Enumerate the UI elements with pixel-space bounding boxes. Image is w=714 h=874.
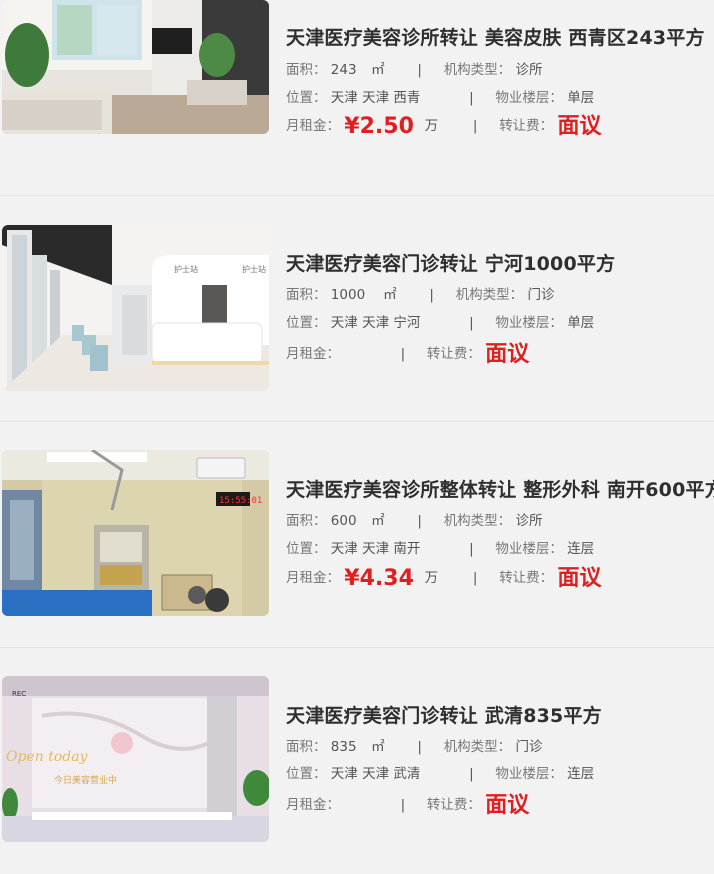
sign-slogan: 今日美容营业中 bbox=[54, 774, 117, 786]
clock-display: 15:55:01 bbox=[219, 496, 262, 506]
fee-label: 转让费： bbox=[426, 797, 481, 813]
sign-script: Open today bbox=[6, 749, 89, 765]
listing-title[interactable]: 天津医疗美容诊所整体转让 整形外科 南开600平方 bbox=[286, 475, 714, 502]
listing-price-row: 月租金： ¥4.34 万 | 转让费： 面议 bbox=[286, 566, 602, 591]
floor-value: 连层 bbox=[567, 766, 595, 782]
nurse-station-sign: 护士站 bbox=[174, 264, 198, 274]
floor-value: 单层 bbox=[567, 315, 595, 331]
location-label: 位置： bbox=[286, 315, 327, 331]
separator: | bbox=[400, 797, 406, 813]
separator: | bbox=[469, 315, 474, 331]
fee-label: 转让费： bbox=[426, 346, 481, 362]
listing-list: 天津医疗美容诊所转让 美容皮肤 西青区243平方 面积： 243 ㎡ | 机构类… bbox=[0, 0, 714, 842]
fee-value: 面议 bbox=[485, 793, 530, 818]
location-value: 天津 天津 南开 bbox=[330, 541, 421, 557]
separator: | bbox=[400, 346, 406, 362]
location-value: 天津 天津 宁河 bbox=[330, 315, 421, 331]
listing-price-row: 月租金： ¥2.50 万 | 转让费： 面议 bbox=[286, 114, 602, 139]
listing-area-row: 面积： 1000 ㎡ | 机构类型： 门诊 bbox=[286, 285, 554, 305]
location-value: 天津 天津 西青 bbox=[330, 90, 421, 106]
floor-label: 物业楼层： bbox=[495, 90, 563, 106]
separator: | bbox=[417, 739, 422, 755]
rec-label: REC bbox=[12, 690, 26, 698]
type-value: 门诊 bbox=[515, 739, 543, 755]
location-label: 位置： bbox=[286, 541, 327, 557]
fee-value: 面议 bbox=[557, 114, 602, 139]
rent-label: 月租金： bbox=[286, 346, 340, 362]
separator: | bbox=[469, 90, 474, 106]
floor-label: 物业楼层： bbox=[495, 541, 563, 557]
location-value: 天津 天津 武清 bbox=[330, 766, 421, 782]
fee-label: 转让费： bbox=[499, 118, 554, 134]
listing-location-row: 位置： 天津 天津 宁河 | 物业楼层： 单层 bbox=[286, 313, 594, 333]
separator: | bbox=[417, 62, 422, 78]
listing-area-row: 面积： 835 ㎡ | 机构类型： 门诊 bbox=[286, 737, 542, 757]
area-value: 835 bbox=[330, 739, 357, 755]
listing-location-row: 位置： 天津 天津 南开 | 物业楼层： 连层 bbox=[286, 539, 594, 559]
listing-area-row: 面积： 243 ㎡ | 机构类型： 诊所 bbox=[286, 60, 542, 80]
listing-card[interactable]: 天津医疗美容诊所转让 美容皮肤 西青区243平方 面积： 243 ㎡ | 机构类… bbox=[0, 0, 714, 196]
reception-photo: Open today 今日美容营业中 REC bbox=[2, 676, 269, 842]
listing-title[interactable]: 天津医疗美容门诊转让 宁河1000平方 bbox=[286, 249, 615, 276]
rent-label: 月租金： bbox=[286, 118, 340, 134]
fee-label: 转让费： bbox=[499, 570, 554, 586]
separator: | bbox=[469, 766, 474, 782]
floor-label: 物业楼层： bbox=[495, 315, 563, 331]
listing-area-row: 面积： 600 ㎡ | 机构类型： 诊所 bbox=[286, 511, 542, 531]
area-label: 面积： bbox=[286, 62, 327, 78]
area-label: 面积： bbox=[286, 287, 327, 303]
type-label: 机构类型： bbox=[443, 513, 512, 529]
separator: | bbox=[472, 570, 478, 586]
corridor-photo: 护士站 护士站 bbox=[2, 225, 269, 391]
listing-title[interactable]: 天津医疗美容诊所转让 美容皮肤 西青区243平方 bbox=[286, 23, 705, 50]
rent-label: 月租金： bbox=[286, 570, 340, 586]
rent-value: ¥4.34 bbox=[344, 566, 414, 591]
listing-card[interactable]: 护士站 护士站 天津医疗美容门诊转让 宁河1000平方 面积： 1000 ㎡ |… bbox=[0, 196, 714, 422]
floor-value: 单层 bbox=[567, 90, 595, 106]
location-label: 位置： bbox=[286, 90, 327, 106]
listing-price-row: 月租金： | 转让费： 面议 bbox=[286, 793, 530, 818]
area-unit: ㎡ bbox=[371, 739, 385, 755]
type-label: 机构类型： bbox=[443, 62, 512, 78]
listing-price-row: 月租金： | 转让费： 面议 bbox=[286, 342, 530, 367]
area-unit: ㎡ bbox=[371, 513, 385, 529]
fee-value: 面议 bbox=[485, 342, 530, 367]
type-value: 门诊 bbox=[527, 287, 555, 303]
lounge-photo bbox=[2, 0, 269, 134]
rent-value: ¥2.50 bbox=[344, 114, 414, 139]
type-value: 诊所 bbox=[515, 513, 543, 529]
nurse-station-sign: 护士站 bbox=[242, 264, 266, 274]
area-value: 600 bbox=[330, 513, 357, 529]
listing-photo[interactable] bbox=[2, 0, 269, 134]
rent-label: 月租金： bbox=[286, 797, 340, 813]
type-label: 机构类型： bbox=[455, 287, 524, 303]
area-unit: ㎡ bbox=[371, 62, 385, 78]
area-value: 243 bbox=[330, 62, 357, 78]
listing-title[interactable]: 天津医疗美容门诊转让 武清835平方 bbox=[286, 701, 602, 728]
listing-photo[interactable]: 护士站 护士站 bbox=[2, 225, 269, 391]
listing-card[interactable]: 15:55:01 天津医疗美容诊所整体转让 整形外科 南开600平方 面积： 6… bbox=[0, 422, 714, 648]
listing-card[interactable]: Open today 今日美容营业中 REC 天津医疗美容门诊转让 武清835平… bbox=[0, 648, 714, 874]
floor-value: 连层 bbox=[567, 541, 595, 557]
area-label: 面积： bbox=[286, 739, 327, 755]
type-label: 机构类型： bbox=[443, 739, 512, 755]
floor-label: 物业楼层： bbox=[495, 766, 563, 782]
rent-unit: 万 bbox=[424, 570, 439, 586]
type-value: 诊所 bbox=[515, 62, 543, 78]
rent-unit: 万 bbox=[424, 118, 439, 134]
separator: | bbox=[429, 287, 434, 303]
area-value: 1000 bbox=[330, 287, 366, 303]
listing-location-row: 位置： 天津 天津 西青 | 物业楼层： 单层 bbox=[286, 88, 594, 108]
separator: | bbox=[469, 541, 474, 557]
operating-room-photo: 15:55:01 bbox=[2, 450, 269, 616]
listing-photo[interactable]: Open today 今日美容营业中 REC bbox=[2, 676, 269, 842]
area-label: 面积： bbox=[286, 513, 327, 529]
fee-value: 面议 bbox=[557, 566, 602, 591]
separator: | bbox=[472, 118, 478, 134]
location-label: 位置： bbox=[286, 766, 327, 782]
listing-photo[interactable]: 15:55:01 bbox=[2, 450, 269, 616]
area-unit: ㎡ bbox=[383, 287, 397, 303]
separator: | bbox=[417, 513, 422, 529]
listing-location-row: 位置： 天津 天津 武清 | 物业楼层： 连层 bbox=[286, 764, 594, 784]
